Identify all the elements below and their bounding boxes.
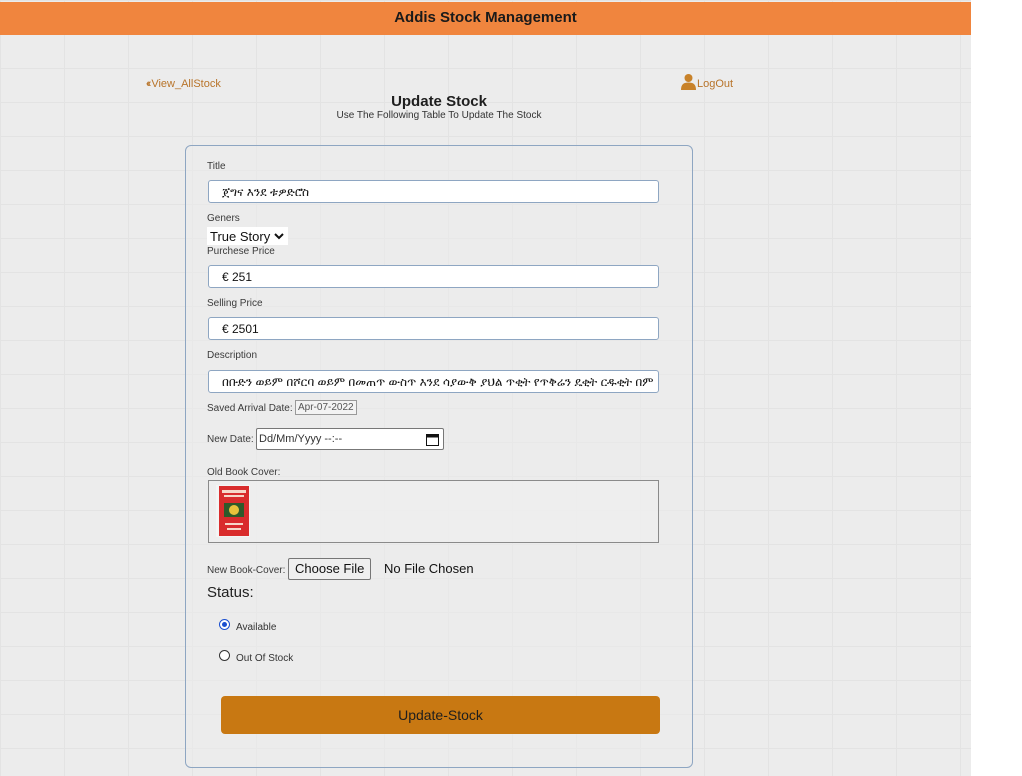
genres-label: Geners bbox=[207, 213, 240, 224]
logout-label: LogOut bbox=[697, 78, 734, 90]
app-header: Addis Stock Management bbox=[0, 2, 971, 35]
status-available-radio[interactable] bbox=[219, 619, 230, 630]
page-background: Addis Stock Management ‹‹ View_AllStock L… bbox=[0, 0, 971, 776]
genre-selected-value: True Story bbox=[210, 228, 271, 244]
page-heading: Update Stock Use The Following Table To … bbox=[0, 93, 878, 121]
purchase-price-label: Purchese Price bbox=[207, 246, 275, 257]
logout-link[interactable]: LogOut bbox=[681, 73, 733, 90]
purchase-price-input[interactable]: € 251 bbox=[208, 265, 659, 288]
user-icon bbox=[681, 74, 696, 90]
status-out-of-stock-radio[interactable] bbox=[219, 650, 230, 661]
description-label: Description bbox=[207, 350, 258, 361]
genre-select[interactable]: True Story bbox=[207, 227, 289, 245]
choose-file-button[interactable]: Choose File bbox=[288, 558, 372, 580]
saved-arrival-date-label: Saved Arrival Date: bbox=[207, 403, 293, 414]
title-input[interactable]: ጀግና እንደ ቱዎድሮስ bbox=[208, 180, 659, 203]
view-all-stock-label: View_AllStock bbox=[151, 78, 221, 90]
title-label: Title bbox=[207, 161, 226, 172]
double-chevron-left-icon: ‹‹ bbox=[146, 78, 152, 90]
new-book-cover-label: New Book-Cover: bbox=[207, 565, 286, 576]
book-cover-thumbnail bbox=[216, 485, 250, 537]
old-book-cover-label: Old Book Cover: bbox=[207, 467, 281, 478]
update-stock-button[interactable]: Update-Stock bbox=[221, 696, 660, 734]
no-file-chosen-text: No File Chosen bbox=[384, 561, 474, 576]
update-stock-form: Title ጀግና እንደ ቱዎድሮስ Geners True Story Pu… bbox=[185, 145, 693, 768]
status-out-of-stock-label[interactable]: Out Of Stock bbox=[236, 653, 293, 664]
page-title: Update Stock bbox=[391, 93, 487, 110]
new-date-placeholder: Dd/Mm/Yyyy --:-- bbox=[259, 433, 343, 445]
app-title: Addis Stock Management bbox=[394, 9, 577, 26]
selling-price-input[interactable]: € 2501 bbox=[208, 317, 659, 340]
view-all-stock-link[interactable]: ‹‹ View_AllStock bbox=[146, 78, 221, 90]
saved-arrival-date-value: Apr-07-2022 bbox=[295, 400, 357, 415]
chevron-down-icon bbox=[274, 233, 284, 240]
new-date-label: New Date: bbox=[207, 434, 254, 445]
status-heading: Status: bbox=[207, 584, 254, 601]
calendar-icon[interactable] bbox=[426, 433, 439, 446]
selling-price-label: Selling Price bbox=[207, 298, 263, 309]
status-available-label[interactable]: Available bbox=[236, 622, 276, 633]
old-book-cover-frame bbox=[208, 480, 659, 543]
page-subtitle: Use The Following Table To Update The St… bbox=[336, 110, 542, 121]
description-input[interactable]: በቡድን ወይም በሾርባ ወይም በመጠጥ ውስጥ እንደ ሳያውቅ ያህል … bbox=[208, 370, 659, 393]
new-date-input[interactable]: Dd/Mm/Yyyy --:-- bbox=[256, 428, 444, 450]
